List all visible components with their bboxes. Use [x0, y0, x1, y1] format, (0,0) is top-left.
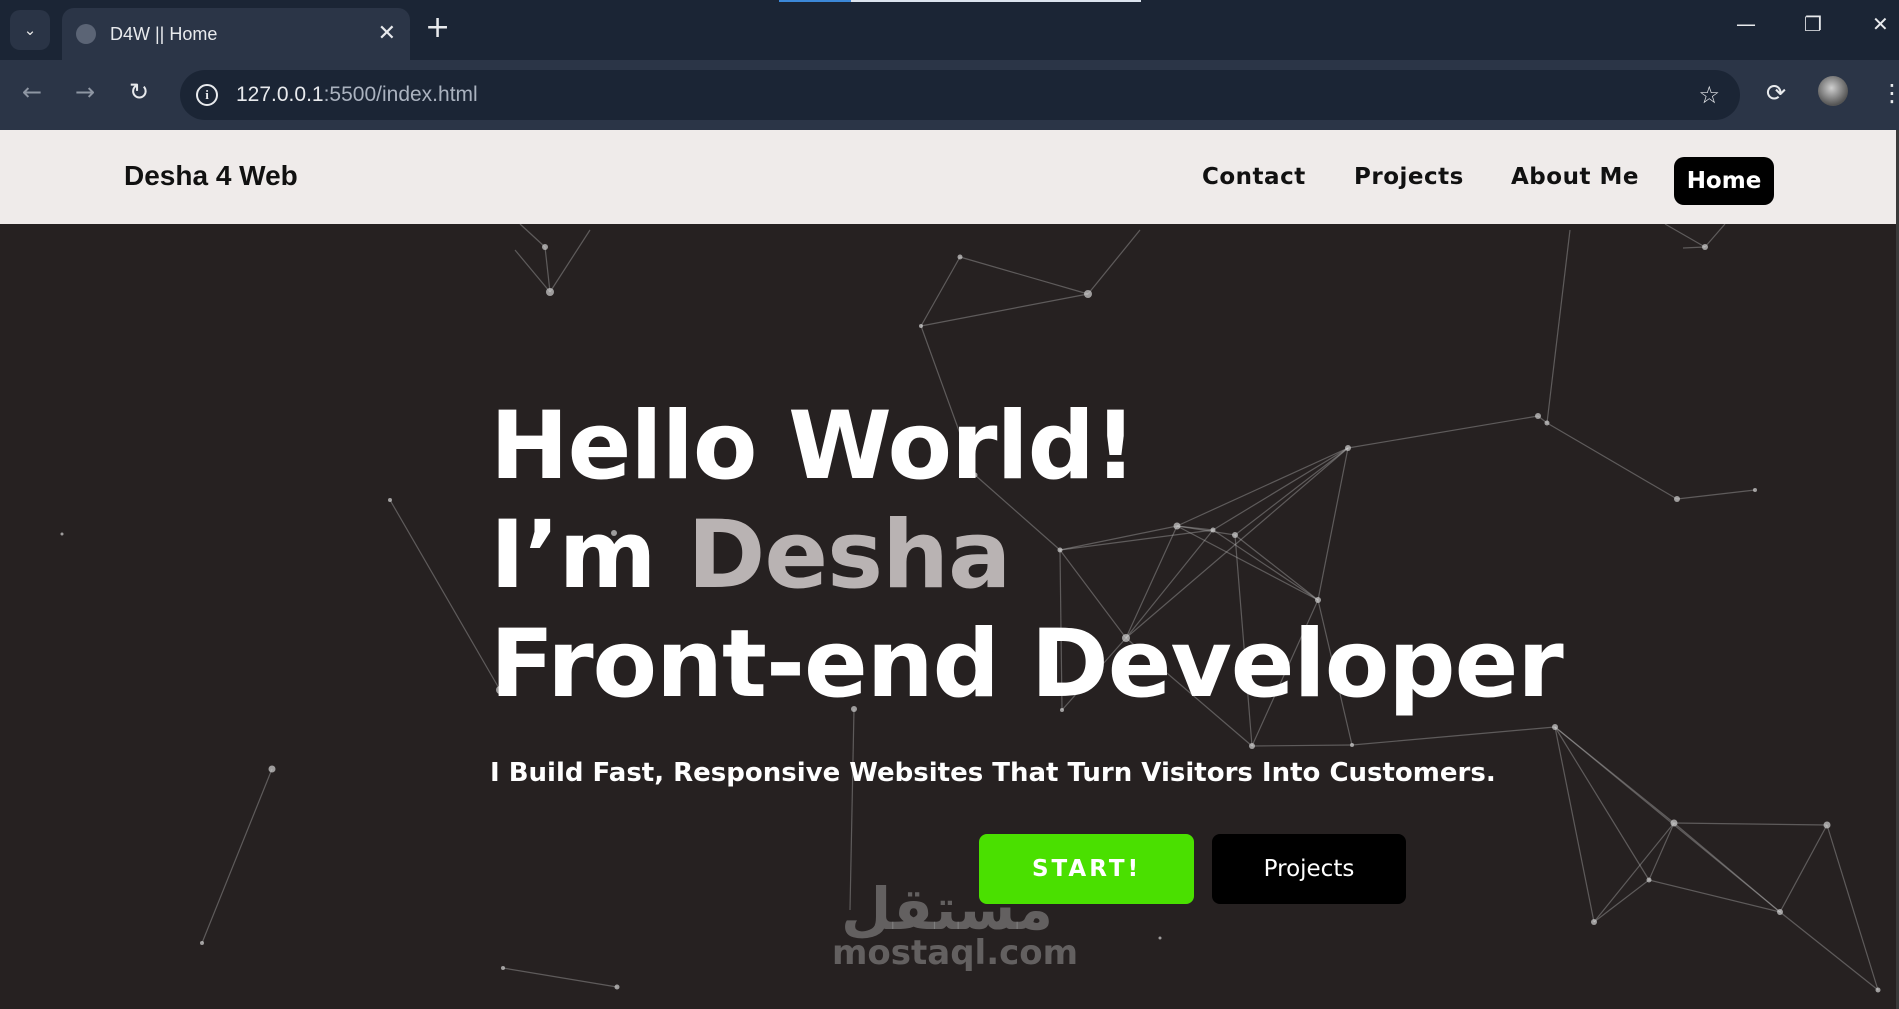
projects-button[interactable]: Projects: [1212, 834, 1406, 904]
bookmark-star-icon[interactable]: ☆: [1698, 81, 1720, 109]
site-info-icon[interactable]: i: [196, 84, 218, 106]
chevron-down-icon: ⌄: [23, 21, 37, 39]
close-window-icon[interactable]: ✕: [1872, 12, 1889, 36]
new-tab-button[interactable]: +: [425, 13, 450, 43]
tab-search-button[interactable]: ⌄: [10, 10, 50, 50]
browser-toolbar: ← → ↻ i 127.0.0.1:5500/index.html ☆ ⟳ ⋮: [0, 60, 1899, 130]
restore-icon[interactable]: ❐: [1804, 12, 1822, 36]
web-page: Desha 4 Web Contact Projects About Me Ho…: [0, 130, 1899, 1009]
extension-icon[interactable]: ⟳: [1766, 81, 1786, 105]
url-host: 127.0.0.1: [236, 83, 324, 106]
watermark-latin: mostaql.com: [832, 933, 1079, 973]
profile-avatar[interactable]: [1818, 76, 1848, 106]
loading-indicator: [779, 0, 851, 2]
nav-contact[interactable]: Contact: [1202, 164, 1306, 190]
close-tab-icon[interactable]: ✕: [378, 23, 396, 45]
loading-indicator-track: [851, 0, 1141, 2]
hero-heading-line2: I’m Desha: [490, 501, 1011, 610]
browser-tab[interactable]: D4W || Home ✕: [62, 8, 410, 60]
back-icon[interactable]: ←: [22, 80, 42, 104]
tab-title: D4W || Home: [110, 23, 218, 44]
site-navbar: Desha 4 Web Contact Projects About Me Ho…: [0, 130, 1899, 224]
nav-about-me[interactable]: About Me: [1511, 164, 1639, 190]
watermark-arabic: مستقل: [840, 875, 1054, 943]
url-text[interactable]: 127.0.0.1:5500/index.html: [236, 83, 478, 107]
nav-home[interactable]: Home: [1674, 157, 1774, 205]
url-path: :5500/index.html: [323, 83, 478, 106]
hero-heading-line3: Front-end Developer: [490, 610, 1564, 719]
browser-menu-icon[interactable]: ⋮: [1880, 81, 1899, 105]
hero-tagline: I Build Fast, Responsive Websites That T…: [490, 758, 1496, 788]
site-brand[interactable]: Desha 4 Web: [124, 160, 298, 192]
forward-icon[interactable]: →: [75, 80, 95, 104]
minimize-icon[interactable]: —: [1736, 12, 1756, 36]
hero-heading-name: Desha: [687, 501, 1011, 610]
nav-projects[interactable]: Projects: [1354, 164, 1464, 190]
hero-heading-line1: Hello World!: [490, 392, 1137, 501]
hero-heading-prefix: I’m: [490, 501, 688, 610]
browser-tab-bar: ⌄ D4W || Home ✕ + — ❐ ✕: [0, 0, 1899, 60]
reload-icon[interactable]: ↻: [129, 80, 149, 104]
mostaql-watermark: مستقل mostaql.com: [832, 875, 1079, 973]
address-bar[interactable]: i 127.0.0.1:5500/index.html ☆: [180, 70, 1740, 120]
globe-icon: [76, 24, 96, 44]
